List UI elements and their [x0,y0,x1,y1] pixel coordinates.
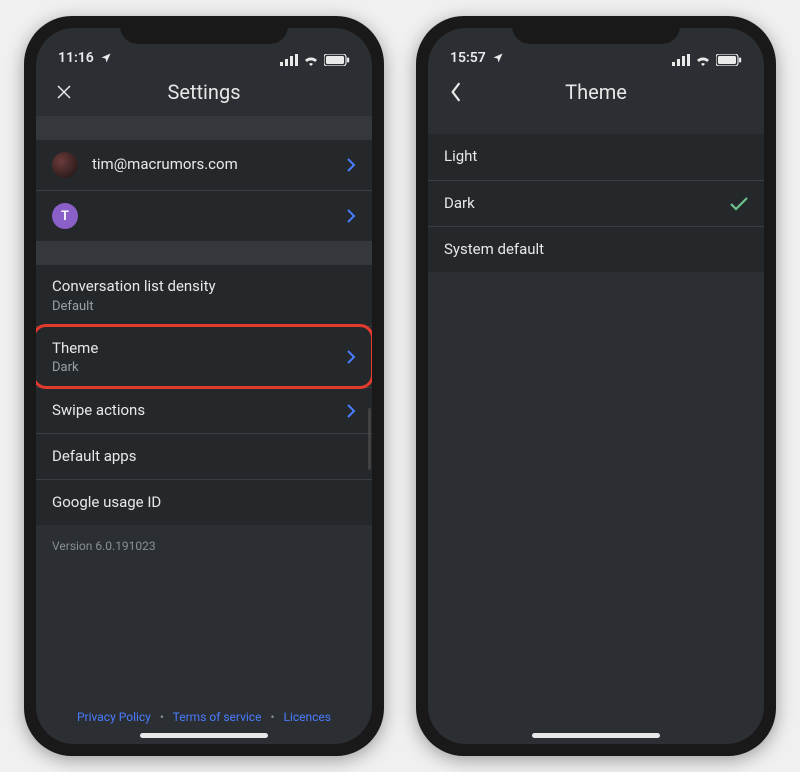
chevron-right-icon [346,158,356,172]
scrollbar[interactable] [368,408,371,470]
footer-links: Privacy Policy • Terms of service • Lice… [36,710,372,724]
status-time: 15:57 [450,50,486,66]
link-privacy[interactable]: Privacy Policy [77,710,151,724]
row-default-apps[interactable]: Default apps [36,433,372,479]
avatar [52,152,78,178]
phone-notch [120,16,288,44]
separator-dot: • [160,710,164,724]
row-density[interactable]: Conversation list density Default [36,265,372,326]
option-label: System default [444,240,544,260]
status-time: 11:16 [58,50,94,66]
status-right [672,54,742,66]
account-row-2[interactable]: T [36,190,372,241]
row-subtitle: Dark [52,360,98,375]
section-spacer [36,116,372,140]
status-left: 15:57 [450,50,504,66]
separator-dot: • [270,710,274,724]
chevron-right-icon [346,404,356,418]
option-dark[interactable]: Dark [428,180,764,226]
link-terms[interactable]: Terms of service [173,710,262,724]
row-google-usage-id[interactable]: Google usage ID [36,479,372,525]
phone-frame-right: 15:57 [416,16,776,756]
home-indicator[interactable] [140,733,268,738]
section-spacer [36,241,372,265]
page-title: Theme [428,80,764,104]
content-below [428,272,764,744]
row-title: Swipe actions [52,401,145,421]
cellular-icon [672,54,690,66]
theme-options: Light Dark System default [428,134,764,272]
section-spacer [428,116,764,134]
cellular-icon [280,54,298,66]
link-licences[interactable]: Licences [284,710,332,724]
location-arrow-icon [492,52,504,64]
option-light[interactable]: Light [428,134,764,180]
phone-frame-left: 11:16 [24,16,384,756]
version-label: Version 6.0.191023 [36,525,372,553]
settings-list: Conversation list density Default Theme … [36,265,372,525]
chevron-right-icon [346,209,356,223]
row-title: Theme [52,339,98,359]
screen-theme: 15:57 [428,28,764,744]
account-row-1[interactable]: tim@macrumors.com [36,140,372,190]
avatar: T [52,203,78,229]
option-label: Light [444,147,477,167]
row-title: Default apps [52,447,136,467]
row-title: Conversation list density [52,277,216,297]
screen-settings: 11:16 [36,28,372,744]
home-indicator[interactable] [532,733,660,738]
account-email: tim@macrumors.com [92,155,238,175]
wifi-icon [695,54,711,66]
phone-notch [512,16,680,44]
check-icon [730,197,748,211]
row-swipe-actions[interactable]: Swipe actions [36,387,372,433]
row-title: Google usage ID [52,493,161,513]
battery-icon [716,54,742,66]
page-title: Settings [36,80,372,104]
row-theme[interactable]: Theme Dark [36,326,372,388]
settings-header: Settings [36,68,372,116]
battery-icon [324,54,350,66]
avatar-initial: T [61,209,69,224]
chevron-right-icon [346,350,356,364]
option-label: Dark [444,194,475,214]
wifi-icon [303,54,319,66]
status-left: 11:16 [58,50,112,66]
status-right [280,54,350,66]
location-arrow-icon [100,52,112,64]
theme-header: Theme [428,68,764,116]
accounts-section: tim@macrumors.com T [36,140,372,241]
option-system-default[interactable]: System default [428,226,764,272]
row-subtitle: Default [52,299,216,314]
